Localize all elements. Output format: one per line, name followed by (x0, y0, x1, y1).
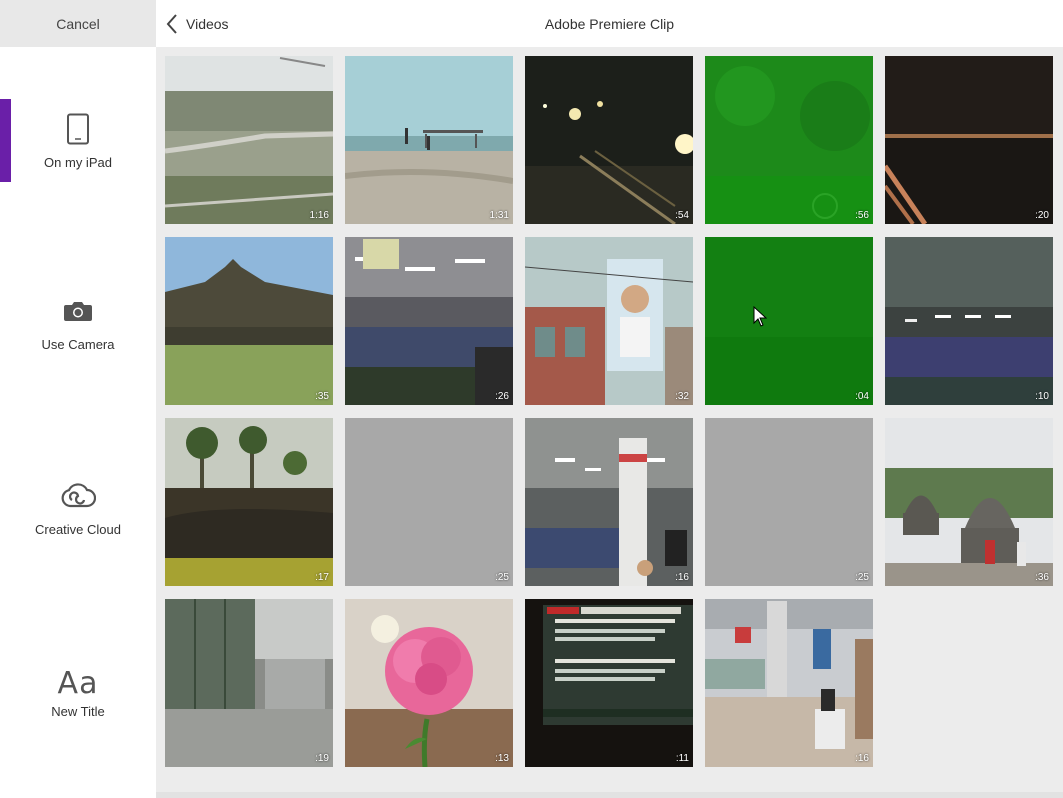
source-sidebar: Cancel On my iPad Use Camera Creative Cl… (0, 0, 156, 798)
loading-thumbnail-placeholder (345, 418, 513, 586)
video-duration: :13 (495, 753, 509, 764)
video-thumbnail[interactable]: :56 (705, 56, 873, 224)
video-duration: :11 (675, 753, 689, 764)
green-blank-thumbnail-image (705, 237, 873, 405)
sidebar-item-creative-cloud[interactable]: Creative Cloud (0, 457, 156, 557)
video-duration: :16 (675, 572, 689, 583)
window-reflection-thumbnail-image (165, 599, 333, 767)
loading-thumbnail-placeholder (705, 418, 873, 586)
video-duration: :25 (495, 572, 509, 583)
palm-garden-thumbnail-image (165, 418, 333, 586)
video-duration: :04 (855, 391, 869, 402)
video-thumbnail[interactable]: :04 (705, 237, 873, 405)
billboard-thumbnail-image (525, 237, 693, 405)
beach-thumbnail-image (345, 56, 513, 224)
sidebar-item-use-camera[interactable]: Use Camera (0, 272, 156, 372)
video-duration: :54 (675, 210, 689, 221)
video-duration: 1:16 (309, 210, 329, 221)
video-thumbnail[interactable]: :25 (705, 418, 873, 586)
mouse-cursor-icon (753, 306, 767, 327)
video-thumbnail[interactable]: :20 (885, 56, 1053, 224)
top-header: Videos Adobe Premiere Clip (156, 0, 1063, 47)
sidebar-item-label: Use Camera (41, 336, 115, 352)
page-title: Adobe Premiere Clip (544, 16, 675, 32)
video-duration: :56 (855, 210, 869, 221)
video-grid: 1:16 1:31 :54 :56 :20 :35 :26 :32 :04 :1… (165, 56, 1055, 768)
video-thumbnail[interactable]: :19 (165, 599, 333, 767)
video-duration: :10 (1035, 391, 1049, 402)
video-thumbnail[interactable]: :17 (165, 418, 333, 586)
temple-lawn-thumbnail-image (165, 237, 333, 405)
video-duration: :32 (675, 391, 689, 402)
airport-hall-thumbnail-image (705, 599, 873, 767)
sidebar-item-label: New Title (51, 703, 105, 719)
video-duration: :19 (315, 753, 329, 764)
video-thumbnail[interactable]: :35 (165, 237, 333, 405)
video-duration: :35 (315, 391, 329, 402)
new-title-icon: Aa (57, 666, 99, 701)
video-duration: :25 (855, 572, 869, 583)
night-vision-thumbnail-image (705, 56, 873, 224)
factory-wide-thumbnail-image (885, 237, 1053, 405)
sidebar-item-label: Creative Cloud (35, 521, 121, 537)
tv-screen-thumbnail-image (525, 599, 693, 767)
video-duration: :26 (495, 391, 509, 402)
pink-rose-thumbnail-image (345, 599, 513, 767)
night-airfield-thumbnail-image (885, 56, 1053, 224)
sidebar-item-on-my-ipad[interactable]: On my iPad (0, 90, 156, 190)
video-thumbnail[interactable]: :54 (525, 56, 693, 224)
aerial-thumbnail-image (165, 56, 333, 224)
video-thumbnail[interactable]: :32 (525, 237, 693, 405)
creative-cloud-icon (60, 478, 96, 514)
video-thumbnail[interactable]: 1:16 (165, 56, 333, 224)
video-thumbnail[interactable]: :16 (705, 599, 873, 767)
sidebar-item-label: On my iPad (44, 154, 112, 170)
video-thumbnail[interactable]: :13 (345, 599, 513, 767)
video-thumbnail[interactable]: 1:31 (345, 56, 513, 224)
video-thumbnail[interactable]: :11 (525, 599, 693, 767)
ipad-icon (66, 111, 90, 147)
factory-thumbnail-image (345, 237, 513, 405)
night-street-thumbnail-image (525, 56, 693, 224)
video-thumbnail[interactable]: :10 (885, 237, 1053, 405)
video-thumbnail[interactable]: :36 (885, 418, 1053, 586)
video-duration: :36 (1035, 572, 1049, 583)
camera-icon (63, 293, 93, 329)
video-duration: :16 (855, 753, 869, 764)
cancel-button[interactable]: Cancel (0, 0, 156, 47)
video-duration: :20 (1035, 210, 1049, 221)
video-duration: :17 (315, 572, 329, 583)
sidebar-item-new-title[interactable]: Aa New Title (0, 642, 156, 742)
stupas-thumbnail-image (885, 418, 1053, 586)
factory-pillar-thumbnail-image (525, 418, 693, 586)
video-thumbnail[interactable]: :25 (345, 418, 513, 586)
video-thumbnail[interactable]: :16 (525, 418, 693, 586)
video-thumbnail[interactable]: :26 (345, 237, 513, 405)
video-duration: 1:31 (489, 210, 509, 221)
bottom-edge (156, 792, 1063, 798)
